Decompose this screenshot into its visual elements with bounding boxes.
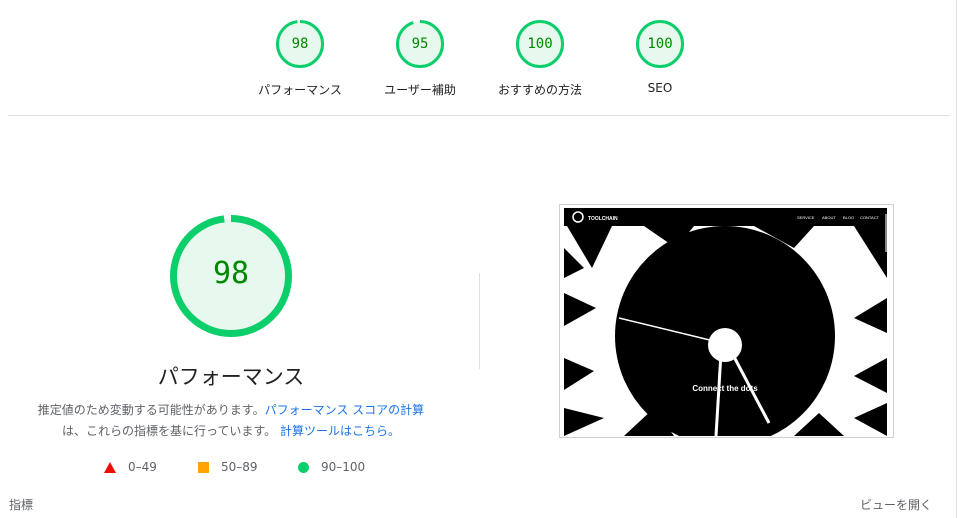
square-icon bbox=[198, 461, 209, 473]
screenshot-nav-item: SERVICE bbox=[797, 215, 815, 220]
triangle-icon bbox=[104, 461, 116, 473]
category-gauges: 98 パフォーマンス 95 ユーザー補助 100 おすすめの方法 100 SEO bbox=[0, 19, 957, 99]
performance-title: パフォーマンス bbox=[157, 365, 305, 389]
hero-dot bbox=[708, 328, 742, 362]
legend-pass-label: 90–100 bbox=[321, 460, 366, 474]
page-screenshot[interactable]: TOOLCHAIN SERVICE ABOUT BLOG CONTACT Con… bbox=[559, 204, 894, 438]
gauge-label: SEO bbox=[647, 81, 673, 95]
legend-average-label: 50–89 bbox=[221, 460, 258, 474]
performance-description: 推定値のため変動する可能性があります。パフォーマンス スコアの計算 は、これらの… bbox=[20, 400, 442, 442]
performance-gauge: 98 bbox=[169, 214, 293, 338]
screenshot-image: TOOLCHAIN SERVICE ABOUT BLOG CONTACT Con… bbox=[564, 208, 887, 436]
gauge-best-practices[interactable]: 100 おすすめの方法 bbox=[480, 19, 600, 98]
description-text: は、これらの指標を基に行っています。 bbox=[61, 424, 277, 438]
screenshot-nav-item: CONTACT bbox=[860, 215, 880, 220]
gauge-ring: 100 bbox=[635, 19, 685, 69]
screenshot-brand: TOOLCHAIN bbox=[588, 216, 618, 222]
screenshot-scrollbar bbox=[885, 214, 887, 252]
vertical-divider bbox=[479, 273, 480, 369]
screenshot-nav-item: ABOUT bbox=[822, 215, 836, 220]
gauge-score: 100 bbox=[647, 36, 673, 52]
legend-pass: 90–100 bbox=[298, 460, 365, 474]
gauge-ring: 98 bbox=[275, 19, 325, 69]
gauge-ring: 100 bbox=[515, 19, 565, 69]
legend-fail: 0–49 bbox=[104, 460, 157, 474]
screenshot-headline: Connect the dots bbox=[692, 384, 758, 393]
gauge-label: おすすめの方法 bbox=[497, 83, 582, 97]
description-text: 推定値のため変動する可能性があります。 bbox=[37, 403, 265, 417]
gauge-ring: 95 bbox=[395, 19, 445, 69]
legend-average: 50–89 bbox=[198, 460, 258, 474]
legend-fail-label: 0–49 bbox=[128, 460, 157, 474]
performance-score: 98 bbox=[212, 256, 250, 291]
score-calculation-link[interactable]: パフォーマンス スコアの計算 bbox=[265, 403, 425, 417]
metrics-heading: 指標 bbox=[9, 498, 34, 512]
gauge-label: ユーザー補助 bbox=[384, 83, 456, 97]
circle-icon bbox=[298, 461, 309, 473]
expand-view-toggle[interactable]: ビューを開く bbox=[860, 496, 932, 513]
section-divider bbox=[8, 115, 950, 116]
gauge-score: 95 bbox=[411, 36, 429, 52]
calculator-link[interactable]: 計算ツールはこちら。 bbox=[280, 424, 400, 438]
gauge-score: 98 bbox=[291, 36, 309, 52]
score-legend: 0–49 50–89 90–100 bbox=[0, 460, 460, 476]
report-panel: 98 パフォーマンス 95 ユーザー補助 100 おすすめの方法 100 SEO bbox=[0, 0, 957, 518]
gauge-performance[interactable]: 98 パフォーマンス bbox=[240, 19, 360, 98]
gauge-seo[interactable]: 100 SEO bbox=[600, 19, 720, 95]
gauge-score: 100 bbox=[527, 36, 553, 52]
screenshot-nav-item: BLOG bbox=[843, 215, 854, 220]
gauge-accessibility[interactable]: 95 ユーザー補助 bbox=[360, 19, 480, 98]
gauge-label: パフォーマンス bbox=[258, 83, 342, 97]
